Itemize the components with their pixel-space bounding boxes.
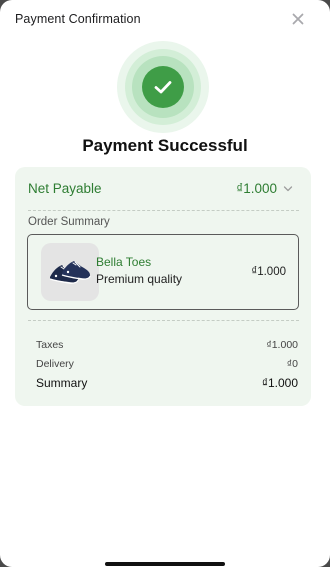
sheet-title: Payment Confirmation <box>15 12 141 26</box>
taxes-value: ₫1.000 <box>266 339 298 351</box>
order-summary-label: Order Summary <box>28 216 110 228</box>
taxes-label: Taxes <box>36 339 64 351</box>
order-item[interactable]: Bella Toes Premium quality ₫1.000 <box>27 234 299 310</box>
summary-row-taxes: Taxes ₫1.000 <box>36 339 298 355</box>
summary-row-total: Summary ₫1.000 <box>36 376 298 392</box>
summary-total-value: ₫1.000 <box>261 376 298 390</box>
product-price: ₫1.000 <box>251 266 286 278</box>
close-button[interactable] <box>290 11 306 27</box>
payment-confirmation-sheet: Payment Confirmation Payment Successful … <box>0 0 330 567</box>
delivery-value: ₫0 <box>286 358 298 370</box>
summary-total-label: Summary <box>36 376 88 390</box>
close-icon <box>292 13 304 25</box>
success-circle <box>142 66 184 108</box>
product-image <box>41 243 99 301</box>
product-description: Premium quality <box>96 272 183 286</box>
home-indicator <box>105 562 225 566</box>
delivery-label: Delivery <box>36 358 74 370</box>
divider <box>28 320 299 321</box>
payment-status-title: Payment Successful <box>82 136 248 155</box>
divider <box>28 210 299 211</box>
check-icon <box>154 81 172 94</box>
payment-details-card: Net Payable ₫1.000 Order Summary Bella T… <box>15 167 311 406</box>
product-name: Bella Toes <box>96 255 152 269</box>
net-payable-label: Net Payable <box>28 181 102 196</box>
net-payable-row[interactable]: Net Payable ₫1.000 <box>15 167 311 210</box>
shoe-icon <box>49 261 91 284</box>
chevron-down-icon[interactable] <box>283 184 293 194</box>
summary-row-delivery: Delivery ₫0 <box>36 358 298 374</box>
sheet-header: Payment Confirmation <box>0 0 330 38</box>
success-badge <box>117 41 209 133</box>
net-payable-value: ₫1.000 <box>236 181 277 196</box>
